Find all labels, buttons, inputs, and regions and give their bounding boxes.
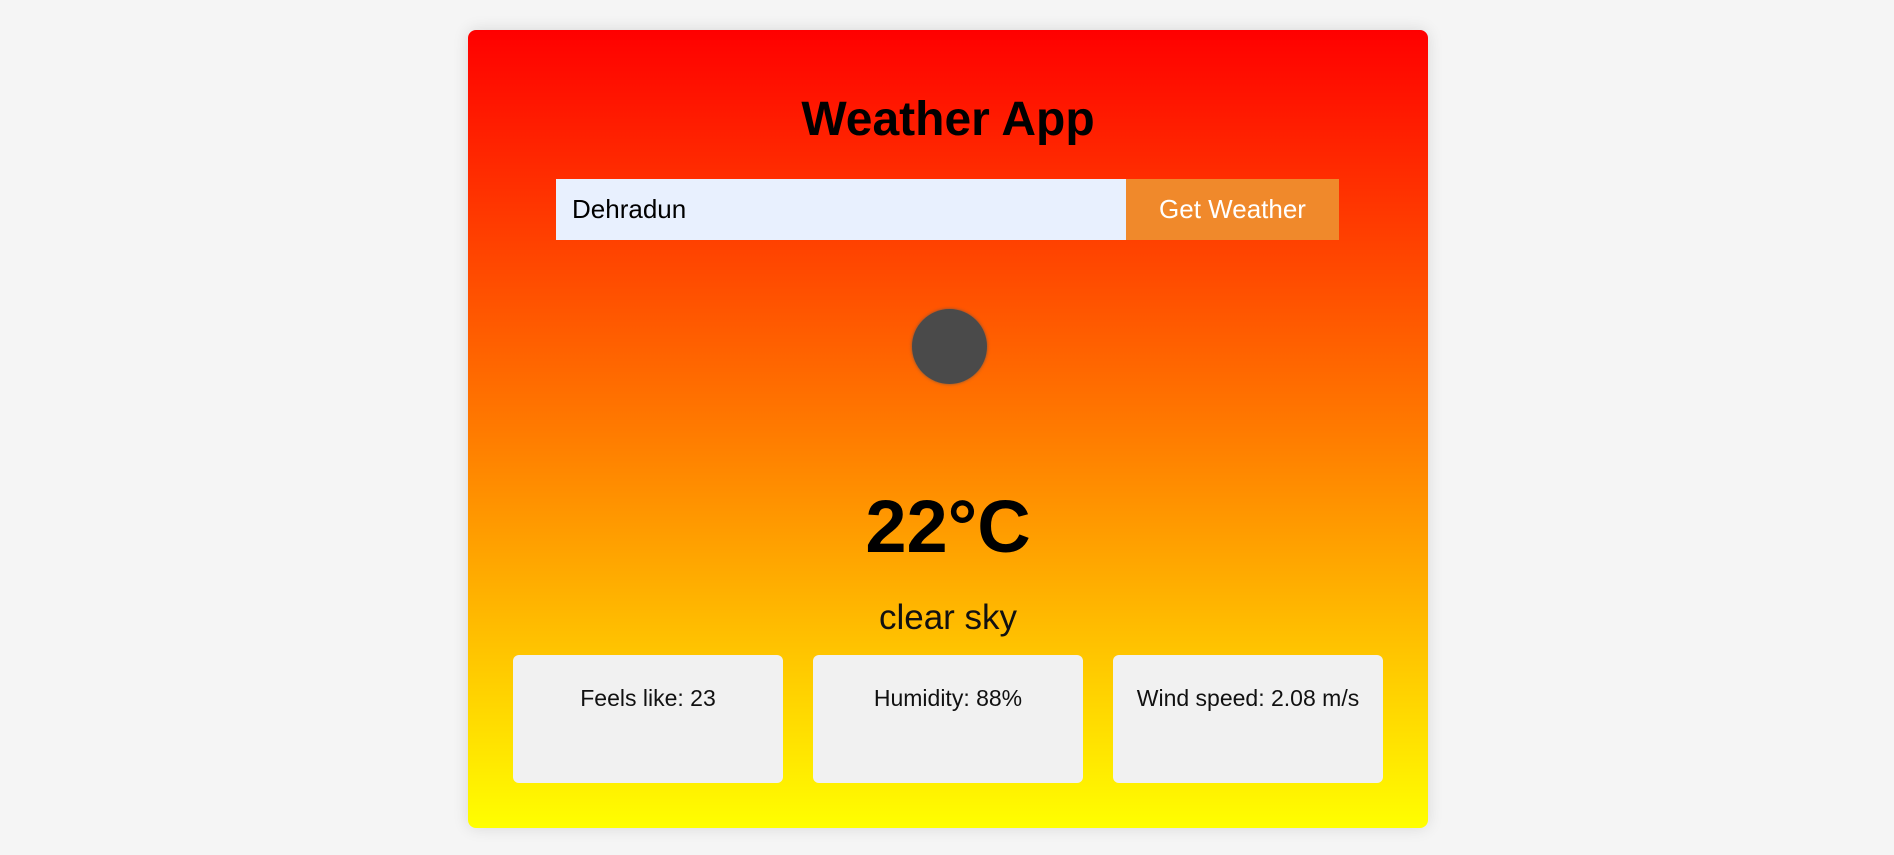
feels-like-tile: Feels like: 23: [513, 655, 783, 783]
details-row: Feels like: 23 Humidity: 88% Wind speed:…: [513, 655, 1383, 783]
city-input[interactable]: [556, 179, 1126, 240]
search-bar: Get Weather: [556, 179, 1339, 240]
weather-card: Weather App Get Weather 22°C clear sky F…: [468, 30, 1428, 828]
humidity-tile: Humidity: 88%: [813, 655, 1083, 783]
get-weather-button[interactable]: Get Weather: [1126, 179, 1339, 240]
weather-description: clear sky: [878, 598, 1018, 637]
wind-speed-tile: Wind speed: 2.08 m/s: [1113, 655, 1383, 783]
app-title: Weather App: [801, 93, 1095, 146]
weather-status-icon: [912, 309, 987, 384]
temperature: 22°C: [865, 485, 1031, 568]
